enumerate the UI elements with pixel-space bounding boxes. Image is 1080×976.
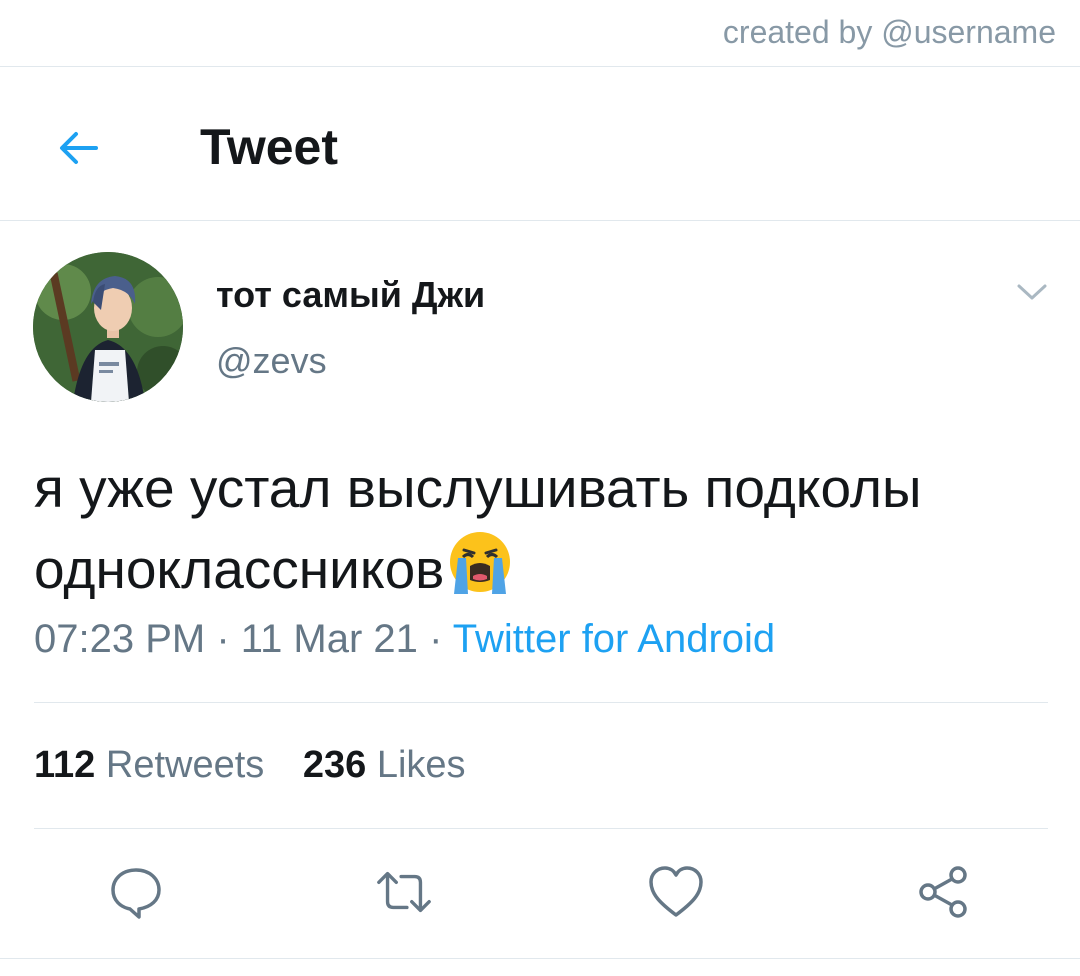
avatar-photo [33,252,183,402]
chevron-down-icon [1017,284,1047,300]
meta-separator: · [429,617,443,661]
header-divider [0,220,1080,221]
retweets-count: 112 [34,744,96,786]
likes-stat[interactable]: 236 Likes [303,744,466,786]
meta-divider [34,702,1048,703]
avatar[interactable] [33,252,183,402]
arrow-left-icon [60,132,98,164]
author-handle[interactable]: @zevs [216,340,327,382]
meta-separator: · [216,617,230,661]
tweet-source-link[interactable]: Twitter for Android [453,617,775,661]
creator-credit: created by @username [722,14,1056,50]
stats-divider [34,828,1048,829]
tweet-time: 07:23 PM [34,617,206,661]
heart-icon [649,866,703,917]
reply-button[interactable] [106,862,166,922]
tweet-meta: 07:23 PM · 11 Mar 21 · Twitter for Andro… [34,617,775,662]
like-button[interactable] [646,862,706,922]
bottom-divider [0,958,1080,959]
more-options-button[interactable] [1010,274,1054,310]
likes-count: 236 [302,744,367,786]
share-icon [919,866,967,918]
tweet-text: я уже устал выслушивать подколы одноклас… [34,448,1054,617]
author-name[interactable]: тот самый Джи [216,274,485,316]
retweet-icon [377,871,431,913]
tweet-date: 11 Mar 21 [240,617,418,661]
likes-label: Likes [376,744,466,786]
header-top-divider [0,66,1080,67]
share-button[interactable] [914,862,974,922]
loudly-crying-face-icon [446,528,514,617]
retweets-stat[interactable]: 112 Retweets [34,744,264,786]
tweet-stats: 112 Retweets 236 Likes [34,744,466,787]
retweets-label: Retweets [105,744,265,786]
page-title: Tweet [200,119,338,175]
retweet-button[interactable] [374,862,434,922]
reply-icon [111,868,161,919]
back-button[interactable] [48,118,108,178]
